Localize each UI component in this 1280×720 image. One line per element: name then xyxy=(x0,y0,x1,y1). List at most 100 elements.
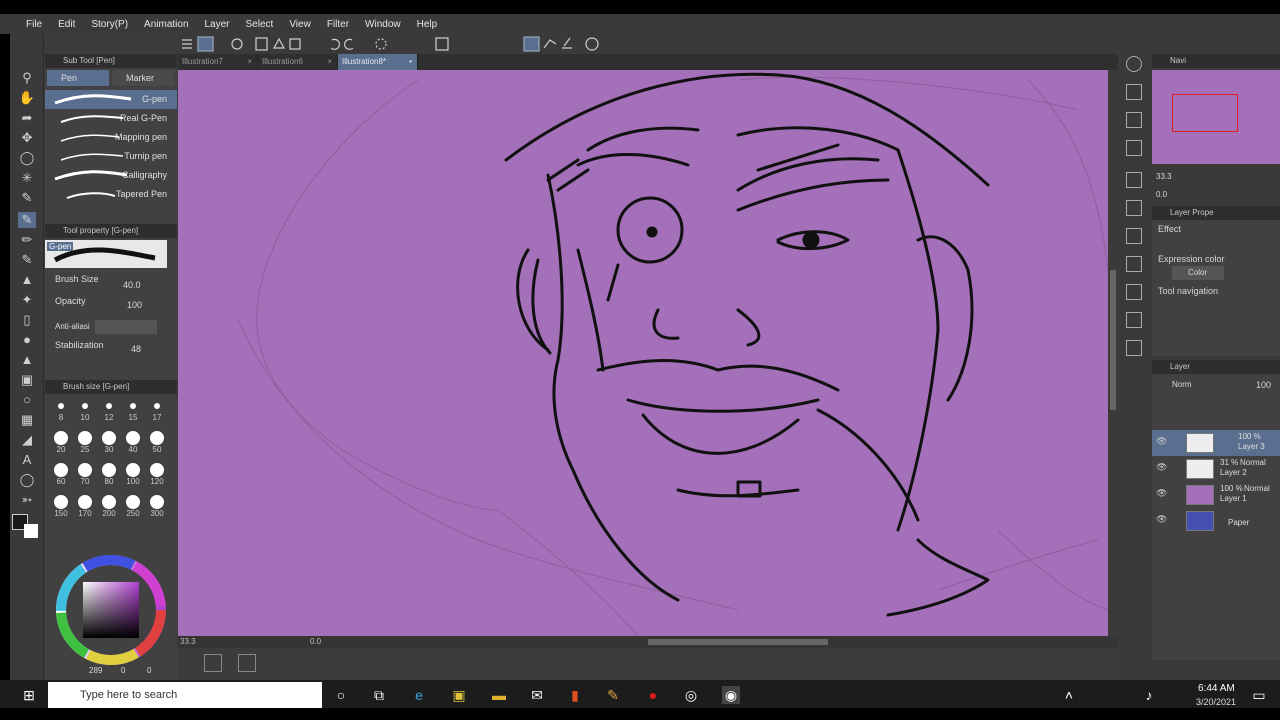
material-icon[interactable] xyxy=(1126,84,1142,100)
text-tool-icon[interactable]: A xyxy=(18,452,36,468)
auto-action-icon[interactable] xyxy=(1126,228,1142,244)
move-tool-icon[interactable]: ✥ xyxy=(18,130,36,146)
cortana-icon[interactable]: ○ xyxy=(332,686,350,704)
layer-opacity-value[interactable]: 100 xyxy=(1256,380,1271,390)
menu-window[interactable]: Window xyxy=(357,19,409,30)
ruler-icon[interactable]: ◢ xyxy=(18,432,36,448)
chevron-up-icon[interactable]: ˄ xyxy=(1060,686,1078,704)
drawing-canvas[interactable] xyxy=(178,70,1108,636)
menu-story[interactable]: Story(P) xyxy=(83,19,136,30)
eye-icon[interactable]: 👁 xyxy=(1156,488,1167,499)
canvas-horizontal-scrollbar[interactable] xyxy=(648,639,828,645)
brush-size-dot[interactable] xyxy=(54,463,68,477)
layer-row-layer1[interactable]: 👁 100 % Normal Layer 1 xyxy=(1152,482,1280,508)
frame-icon[interactable]: ▦ xyxy=(18,412,36,428)
brush-size-dot[interactable] xyxy=(150,463,164,477)
tab-illustration6[interactable]: Illustration6 × xyxy=(258,54,338,70)
operation-tool-icon[interactable]: ➦ xyxy=(18,110,36,126)
close-panel-icon[interactable] xyxy=(1126,140,1142,156)
add-icon[interactable] xyxy=(238,654,256,672)
notification-icon[interactable]: ▭ xyxy=(1250,686,1268,704)
sub-view-icon[interactable] xyxy=(1126,256,1142,272)
tab-illustration7[interactable]: Illustration7 × xyxy=(178,54,258,70)
brush-size-dot[interactable] xyxy=(78,431,92,445)
eye-icon[interactable]: 👁 xyxy=(1156,514,1167,525)
brush-size-dot[interactable] xyxy=(154,403,160,409)
layout-icon[interactable] xyxy=(204,654,222,672)
brush-size-dot[interactable] xyxy=(54,495,68,509)
search-icon[interactable] xyxy=(1126,56,1142,72)
panel-icon[interactable] xyxy=(1126,112,1142,128)
history-icon[interactable] xyxy=(1126,172,1142,188)
brush-size-dot[interactable] xyxy=(102,495,116,509)
item-bank-icon[interactable] xyxy=(1126,284,1142,300)
tab-marker[interactable]: Marker xyxy=(112,70,174,86)
navigator-angle[interactable]: 0.0 xyxy=(1156,190,1167,199)
airbrush-icon[interactable]: ▲ xyxy=(18,272,36,288)
brush-size-dot[interactable] xyxy=(78,463,92,477)
brush-size-dot[interactable] xyxy=(126,463,140,477)
lasso-tool-icon[interactable]: ◯ xyxy=(18,150,36,166)
layer-row-paper[interactable]: 👁 Paper xyxy=(1152,508,1280,534)
pencil-tool-icon[interactable]: ✏ xyxy=(18,232,36,248)
eye-icon[interactable]: 👁 xyxy=(1156,462,1167,473)
brush-tool-icon[interactable]: ✎ xyxy=(18,252,36,268)
brush-size-dot[interactable] xyxy=(58,403,64,409)
navigator-zoom[interactable]: 33.3 xyxy=(1156,172,1172,181)
menu-file[interactable]: File xyxy=(18,19,50,30)
menu-layer[interactable]: Layer xyxy=(197,19,238,30)
brush-size-dot[interactable] xyxy=(78,495,92,509)
brush-size-dot[interactable] xyxy=(82,403,88,409)
menu-animation[interactable]: Animation xyxy=(136,19,196,30)
csp-icon[interactable]: ◎ xyxy=(682,686,700,704)
eye-icon[interactable]: 👁 xyxy=(1156,436,1167,447)
canvas-vertical-scrollbar[interactable] xyxy=(1108,70,1118,636)
navigator-view-rect[interactable] xyxy=(1172,94,1238,132)
sub-color-swatch[interactable] xyxy=(24,524,38,538)
edge-icon[interactable]: e xyxy=(410,686,428,704)
brush-size-value[interactable]: 40.0 xyxy=(123,280,141,290)
taskbar-search-input[interactable]: Type here to search xyxy=(48,682,322,708)
volume-icon[interactable]: ♪ xyxy=(1140,686,1158,704)
office-icon[interactable]: ▮ xyxy=(566,686,584,704)
menu-select[interactable]: Select xyxy=(238,19,282,30)
balloon-icon[interactable]: ◯ xyxy=(18,472,36,488)
tab-pen[interactable]: Pen xyxy=(47,70,109,86)
brush-size-dot[interactable] xyxy=(126,495,140,509)
angle-readout[interactable]: 0.0 xyxy=(310,637,321,646)
fill-icon[interactable]: ▲ xyxy=(18,352,36,368)
expression-color-select[interactable]: Color xyxy=(1172,266,1224,280)
brush-calligraphy[interactable]: Calligraphy xyxy=(45,166,177,185)
mail-icon[interactable]: ✉ xyxy=(528,686,546,704)
decoration-icon[interactable]: ✦ xyxy=(18,292,36,308)
properties-icon[interactable] xyxy=(1126,200,1142,216)
color-wheel[interactable] xyxy=(45,552,177,678)
menu-view[interactable]: View xyxy=(281,19,319,30)
brush-real-g-pen[interactable]: Real G-Pen xyxy=(45,109,177,128)
layer-row-layer3[interactable]: 👁 100 % Layer 3 xyxy=(1152,430,1280,456)
menu-edit[interactable]: Edit xyxy=(50,19,83,30)
windows-start-icon[interactable]: ⊞ xyxy=(20,686,38,704)
brush-size-dot[interactable] xyxy=(106,403,112,409)
brush-size-dot[interactable] xyxy=(102,431,116,445)
brush-size-dot[interactable] xyxy=(102,463,116,477)
close-icon[interactable]: × xyxy=(247,54,252,70)
stabilization-value[interactable]: 48 xyxy=(131,344,141,354)
zoom-readout[interactable]: 33.3 xyxy=(180,637,196,646)
camera-icon[interactable] xyxy=(1126,312,1142,328)
export-icon[interactable] xyxy=(1126,340,1142,356)
figure-icon[interactable]: ○ xyxy=(18,392,36,408)
blend-icon[interactable]: ● xyxy=(18,332,36,348)
antialias-selector[interactable] xyxy=(95,320,157,334)
brush-size-dot[interactable] xyxy=(54,431,68,445)
task-view-icon[interactable]: ⧉ xyxy=(370,686,388,704)
brush-size-dot[interactable] xyxy=(150,431,164,445)
brush-size-dot[interactable] xyxy=(150,495,164,509)
tab-illustration8[interactable]: Illustration8* • xyxy=(338,54,418,70)
record-icon[interactable]: ● xyxy=(644,686,662,704)
csp-active-icon[interactable]: ◉ xyxy=(722,686,740,704)
gradient-icon[interactable]: ▣ xyxy=(18,372,36,388)
eraser-icon[interactable]: ▯ xyxy=(18,312,36,328)
brush-size-dot[interactable] xyxy=(126,431,140,445)
eyedropper-icon[interactable]: ✎ xyxy=(18,190,36,206)
